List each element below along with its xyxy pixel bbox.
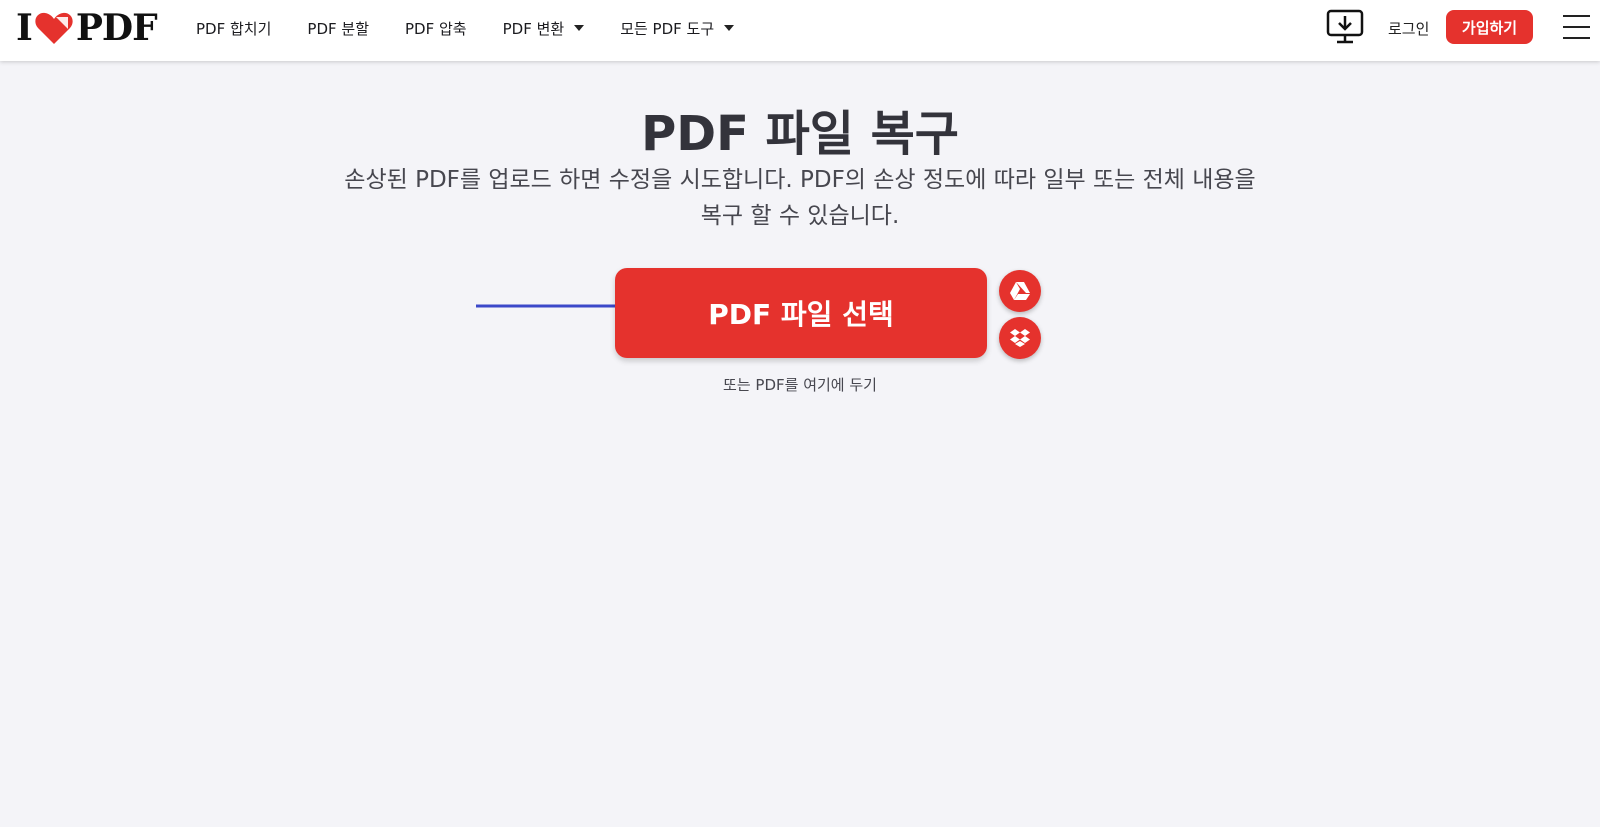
dropbox-icon [1010, 329, 1030, 347]
heart-logo-icon [35, 12, 73, 45]
caret-down-icon [574, 25, 585, 31]
nav-all-tools[interactable]: 모든 PDF 도구 [620, 18, 735, 39]
select-pdf-file-button[interactable]: PDF 파일 선택 [615, 268, 987, 358]
nav-label: PDF 변환 [502, 19, 565, 38]
signup-button[interactable]: 가입하기 [1446, 10, 1533, 44]
google-drive-button[interactable] [999, 270, 1041, 312]
nav-convert-pdf[interactable]: PDF 변환 [503, 18, 585, 39]
nav-label: PDF 압축 [405, 19, 467, 38]
nav-merge-pdf[interactable]: PDF 합치기 [196, 18, 271, 39]
nav-label: PDF 합치기 [196, 19, 272, 38]
desktop-download-icon[interactable] [1326, 9, 1364, 45]
dropbox-button[interactable] [999, 317, 1041, 359]
nav-split-pdf[interactable]: PDF 분할 [307, 18, 369, 39]
google-drive-icon [1010, 282, 1030, 300]
hamburger-menu-icon[interactable] [1563, 15, 1590, 39]
top-navbar: I PDF PDF 합치기 PDF 분할 PDF 압축 PDF 변환 모든 PD… [0, 0, 1600, 61]
drop-hint-text: 또는 PDF를 여기에 두기 [723, 376, 877, 394]
nav-compress-pdf[interactable]: PDF 압축 [405, 18, 467, 39]
main-nav: PDF 합치기 PDF 분할 PDF 압축 PDF 변환 모든 PDF 도구 [196, 0, 770, 56]
page-title: PDF 파일 복구 [641, 106, 959, 162]
page-subtitle: 손상된 PDF를 업로드 하면 수정을 시도합니다. PDF의 손상 정도에 따… [344, 167, 1256, 229]
caret-down-icon [724, 25, 735, 31]
login-link[interactable]: 로그인 [1388, 18, 1429, 39]
nav-label: 모든 PDF 도구 [620, 19, 715, 38]
logo-letters-pdf: PDF [75, 7, 158, 49]
logo-letter-i: I [16, 7, 33, 49]
ilovepdf-logo[interactable]: I PDF [16, 7, 158, 49]
nav-label: PDF 분할 [307, 19, 369, 38]
